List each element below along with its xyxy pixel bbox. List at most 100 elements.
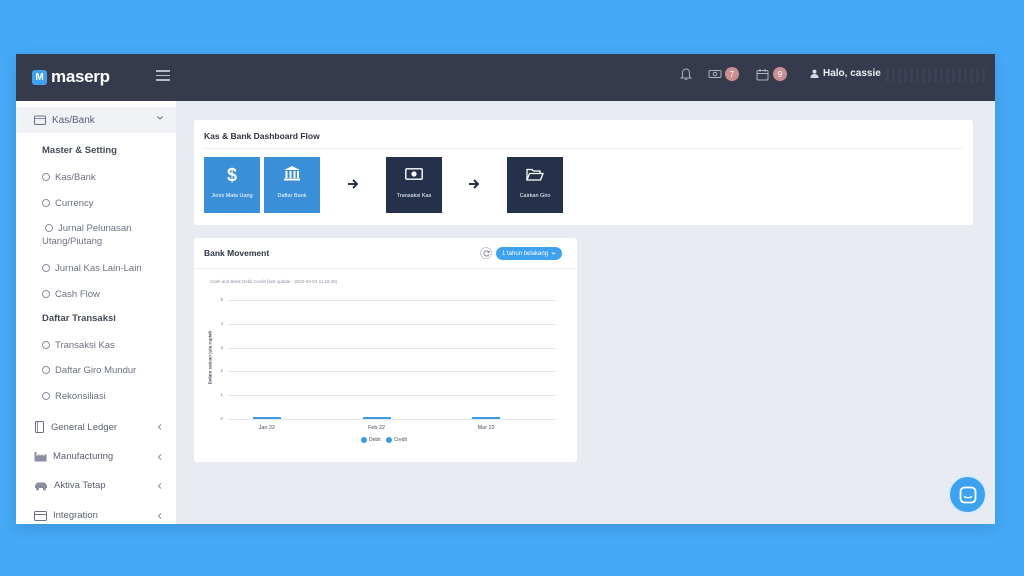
chevron-left-icon bbox=[157, 482, 162, 489]
circle-icon bbox=[42, 290, 50, 298]
flow-tile-daftar-bank[interactable]: Daftar Bank bbox=[264, 157, 320, 213]
chart-gridline bbox=[227, 347, 556, 349]
card-divider bbox=[204, 148, 963, 149]
sidebar-item-general-ledger[interactable]: General Ledger bbox=[34, 421, 174, 433]
user-extra-strip bbox=[886, 68, 986, 82]
sidebar-subitem-label: Jurnal Kas Lain-Lain bbox=[55, 263, 142, 274]
cash-icon bbox=[405, 168, 423, 180]
circle-icon bbox=[42, 366, 50, 374]
folder-open-icon bbox=[526, 168, 544, 181]
chart-x-tick: Jan 22 bbox=[258, 425, 276, 431]
sidebar-subitem-label: Cash Flow bbox=[55, 289, 100, 300]
user-greeting: Halo, cassie bbox=[823, 68, 881, 79]
chart-bar-debit[interactable] bbox=[472, 417, 487, 419]
logo[interactable]: M maserp bbox=[32, 67, 110, 87]
chevron-left-icon bbox=[157, 453, 162, 460]
flow-tile-transaksi-kas[interactable]: Transaksi Kas bbox=[386, 157, 442, 213]
flow-tile-jenis-mata-uang[interactable]: $ Jenis Mata Uang bbox=[204, 157, 260, 213]
circle-icon bbox=[42, 199, 50, 207]
circle-icon bbox=[42, 341, 50, 349]
sidebar-subitem-label: Transaksi Kas bbox=[55, 340, 115, 351]
dashboard-flow-card: Kas & Bank Dashboard Flow $ Jenis Mata U… bbox=[194, 120, 973, 225]
sidebar-subitem-transaksi-kas[interactable]: Transaksi Kas bbox=[42, 339, 172, 352]
chart-subtitle: Cash and Bank Debit Credit (last update … bbox=[210, 279, 338, 284]
money-icon[interactable] bbox=[708, 68, 722, 80]
chevron-left-icon bbox=[157, 512, 162, 519]
refresh-icon bbox=[483, 249, 489, 256]
sidebar-subitem-cash-flow[interactable]: Cash Flow bbox=[42, 288, 172, 301]
sidebar-subitem-kas-bank[interactable]: Kas/Bank bbox=[42, 171, 172, 184]
flow-tile-label: Cairkan Giro bbox=[519, 193, 551, 199]
chart-x-tick: Mar 22 bbox=[477, 425, 495, 431]
user-menu[interactable]: Halo, cassie bbox=[810, 68, 881, 79]
chat-icon bbox=[959, 486, 976, 503]
flow-tile-cairkan-giro[interactable]: Cairkan Giro bbox=[507, 157, 563, 213]
chart-legend: Debit Credit bbox=[361, 437, 407, 443]
chart-y-tick: 5 bbox=[220, 297, 223, 302]
chat-button[interactable] bbox=[948, 475, 987, 514]
chart-bar-credit[interactable] bbox=[486, 417, 501, 419]
top-bar: M maserp 7 9 Halo, cassie bbox=[16, 54, 995, 101]
sidebar-item-aktiva-tetap[interactable]: Aktiva Tetap bbox=[34, 480, 174, 491]
sidebar-subitem-label: Jurnal Pelunasan Utang/Piutang bbox=[42, 223, 132, 247]
chart-x-tick: Feb 22 bbox=[367, 425, 386, 431]
money-badge: 7 bbox=[725, 67, 739, 81]
circle-icon bbox=[42, 264, 50, 272]
chart-bar-credit[interactable] bbox=[266, 417, 281, 419]
calendar-icon[interactable] bbox=[756, 68, 769, 81]
bank-movement-title: Bank Movement bbox=[204, 248, 270, 258]
sidebar-module-label: Manufacturing bbox=[53, 451, 114, 462]
legend-swatch-credit bbox=[385, 437, 392, 443]
sidebar-item-manufacturing[interactable]: Manufacturing bbox=[34, 451, 174, 462]
chart-gridline bbox=[227, 323, 556, 325]
chevron-down-icon bbox=[157, 116, 163, 120]
chart-gridline bbox=[227, 300, 556, 301]
bell-icon[interactable] bbox=[680, 68, 692, 81]
sidebar-item-kas-bank[interactable]: Kas/Bank bbox=[16, 107, 176, 133]
bank-icon bbox=[284, 166, 300, 181]
chart-bar-debit[interactable] bbox=[362, 417, 377, 419]
refresh-button[interactable] bbox=[480, 247, 492, 259]
card-divider bbox=[194, 268, 577, 269]
sidebar-subitem-label: Daftar Giro Mundur bbox=[55, 365, 137, 376]
chart-y-tick: 1 bbox=[220, 392, 223, 398]
logo-text: maserp bbox=[51, 67, 110, 86]
menu-toggle-icon[interactable] bbox=[156, 70, 170, 82]
book-icon bbox=[35, 421, 44, 433]
chart-gridline bbox=[227, 395, 556, 397]
chart-y-tick: 2 bbox=[220, 368, 223, 374]
chart-gridline bbox=[227, 419, 556, 420]
sidebar-subitem-giro-mundur[interactable]: Daftar Giro Mundur bbox=[42, 364, 172, 377]
chart-bar-debit[interactable] bbox=[252, 417, 267, 419]
sidebar-module-label: Aktiva Tetap bbox=[54, 480, 106, 491]
sidebar-subitem-label: Rekonsiliasi bbox=[55, 391, 106, 402]
sidebar-subitem-jurnal-pelunasan[interactable]: Jurnal Pelunasan Utang/Piutang bbox=[42, 222, 172, 248]
sidebar-subitem-jurnal-kas[interactable]: Jurnal Kas Lain-Lain bbox=[42, 262, 172, 275]
chart-gridline bbox=[227, 371, 556, 373]
chevron-down-icon bbox=[551, 252, 556, 255]
chart-y-tick: 0 bbox=[220, 416, 223, 421]
flow-tile-label: Jenis Mata Uang bbox=[211, 193, 253, 199]
period-dropdown[interactable]: 1 tahun belakang bbox=[496, 247, 563, 260]
sidebar-subitem-label: Kas/Bank bbox=[55, 172, 96, 183]
legend-label-credit: Credit bbox=[393, 437, 408, 443]
circle-icon bbox=[42, 173, 50, 181]
arrow-right-icon bbox=[348, 179, 359, 189]
sidebar-subitem-currency[interactable]: Currency bbox=[42, 197, 172, 210]
sidebar-subitem-label: Currency bbox=[55, 198, 94, 209]
sidebar-subitem-rekonsiliasi[interactable]: Rekonsiliasi bbox=[42, 390, 172, 403]
arrow-right-icon bbox=[469, 179, 480, 189]
chevron-left-icon bbox=[157, 424, 162, 430]
chart-bar-credit[interactable] bbox=[376, 417, 391, 419]
flow-tile-label: Transaksi Kas bbox=[396, 193, 432, 199]
dollar-icon: $ bbox=[226, 165, 237, 185]
sidebar-item-integration[interactable]: Integration bbox=[34, 510, 174, 521]
wallet-icon bbox=[34, 115, 46, 125]
chart-y-axis-label: Dalam satuan juta rupiah bbox=[207, 330, 213, 385]
section-title-master-setting: Master & Setting bbox=[42, 145, 117, 156]
legend-label-debit: Debit bbox=[369, 437, 381, 443]
app-window: M maserp 7 9 Halo, cassie Kas/Bank Maste… bbox=[16, 54, 995, 524]
sidebar-header-label: Kas/Bank bbox=[52, 114, 95, 126]
user-icon bbox=[810, 69, 819, 78]
flow-tile-label: Daftar Bank bbox=[277, 193, 307, 199]
